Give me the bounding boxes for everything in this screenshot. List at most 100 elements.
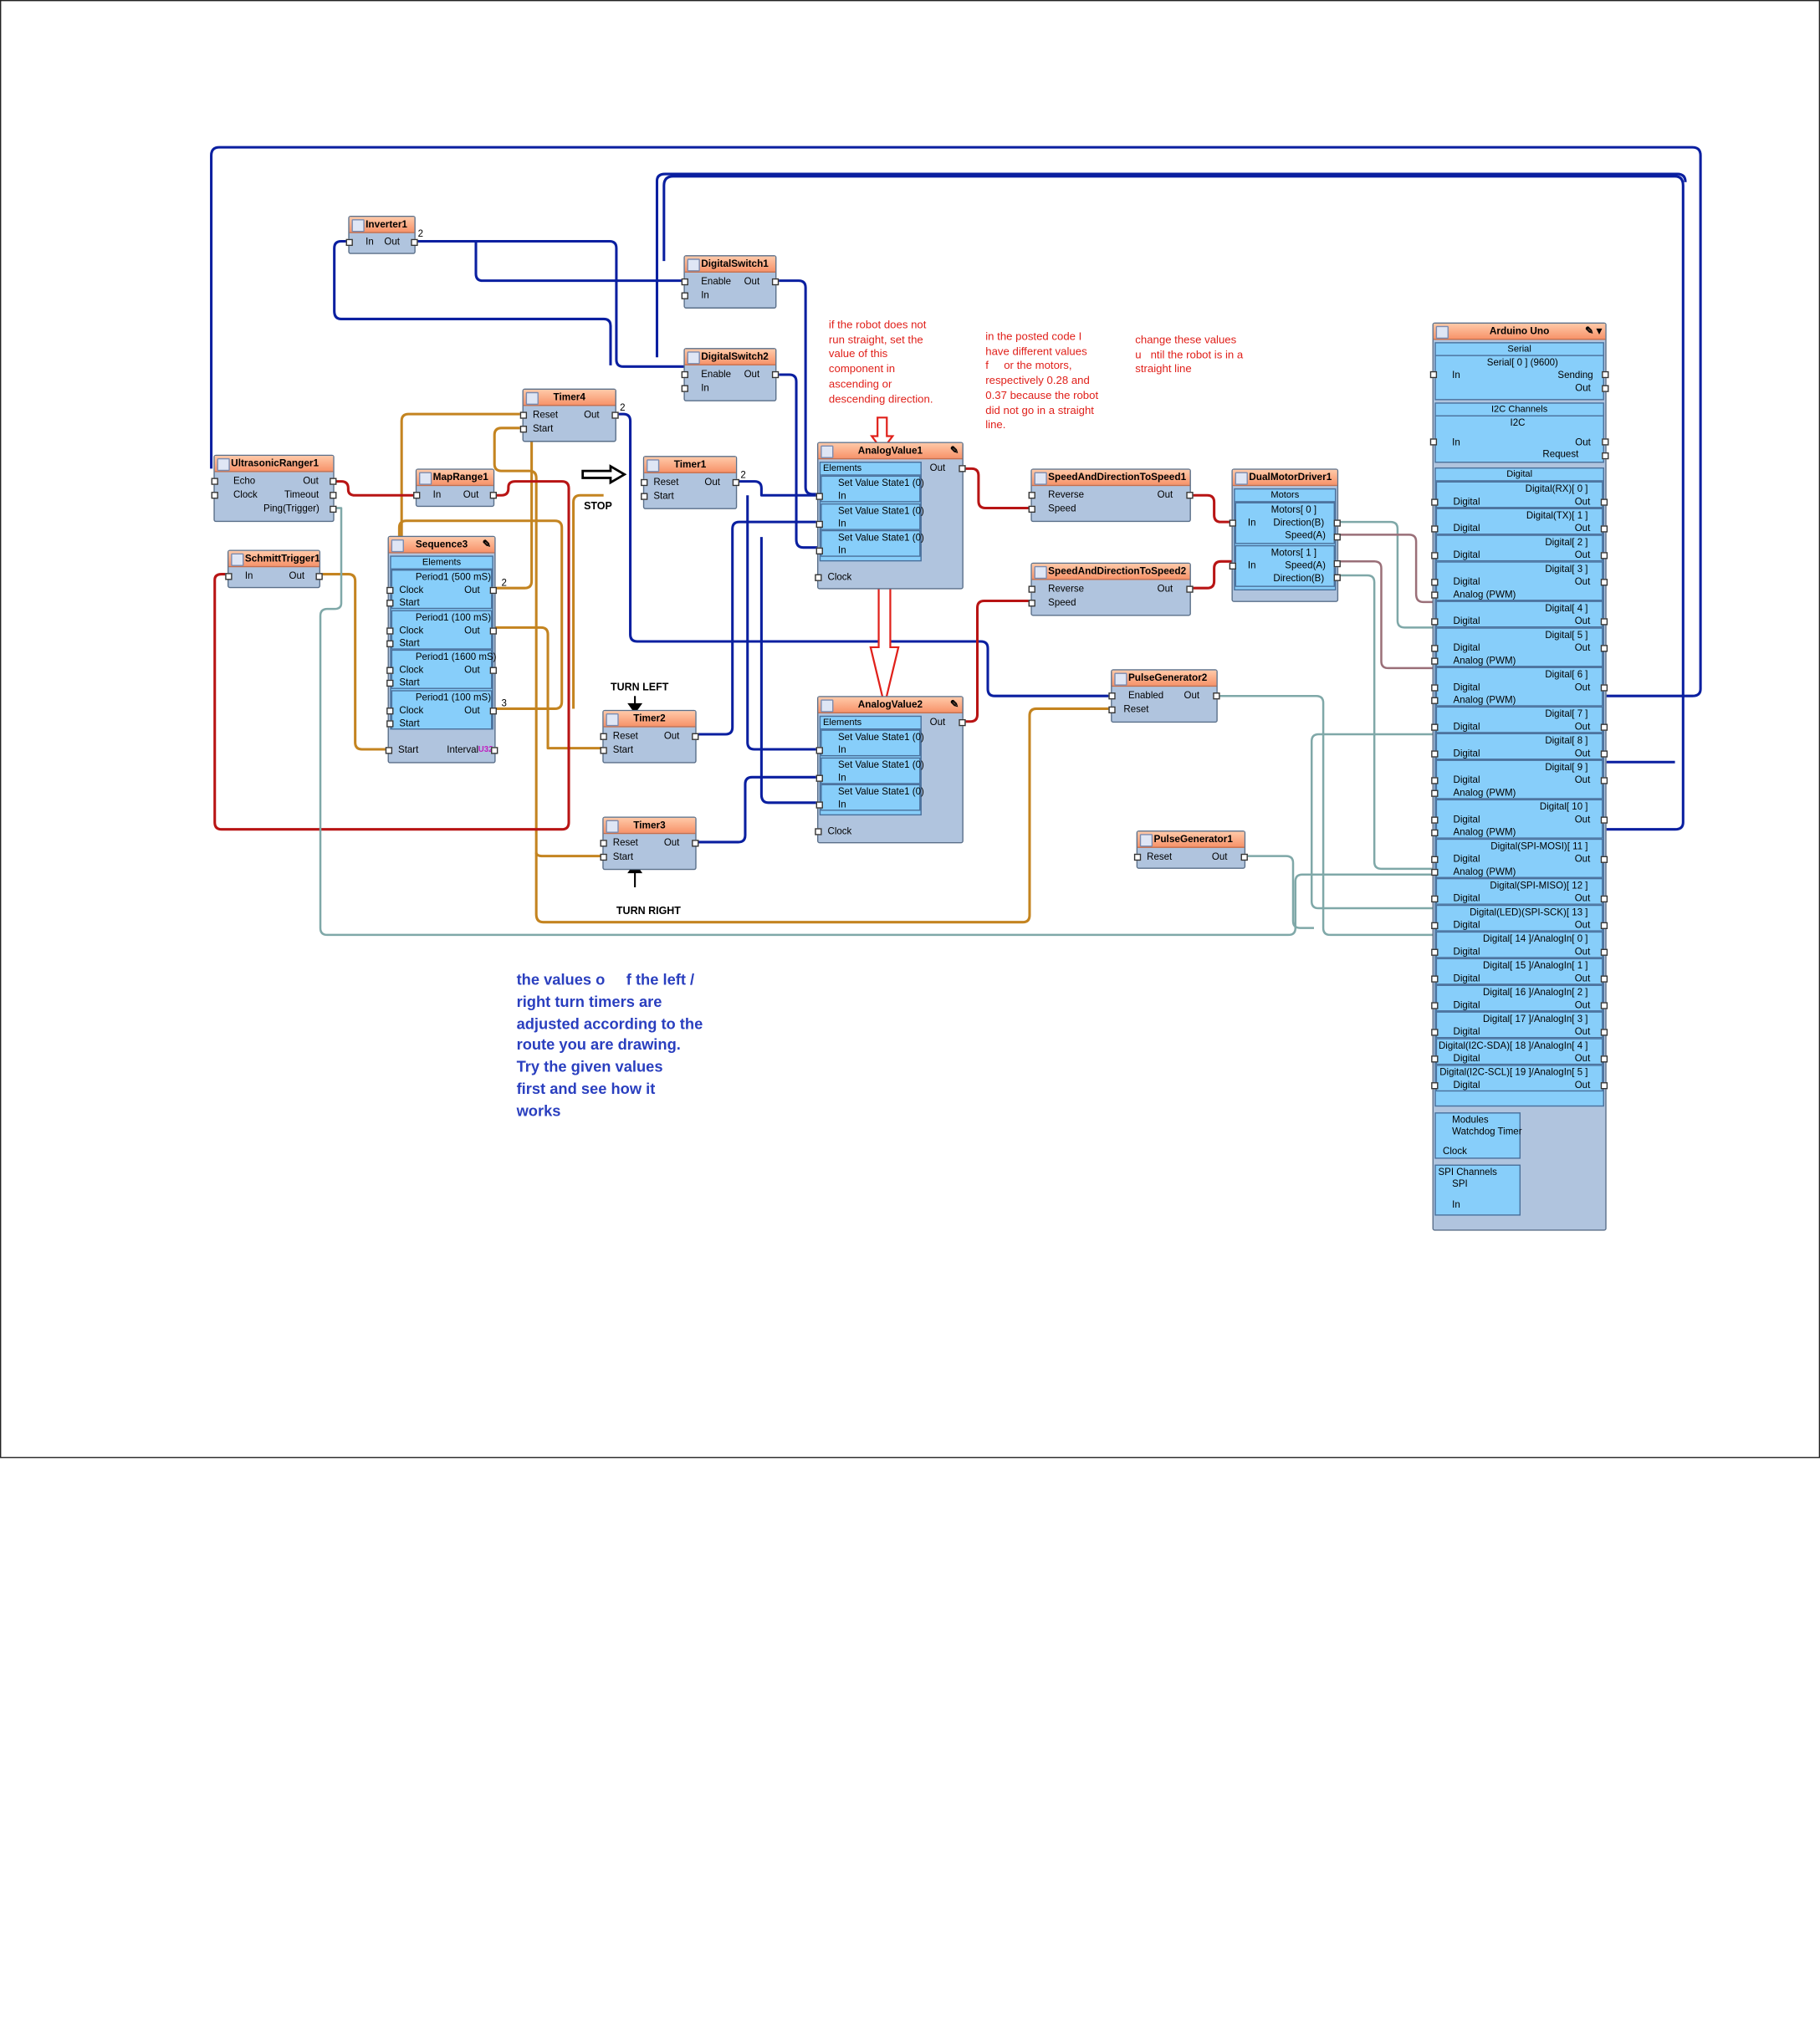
sequence3-period-out-pin[interactable] <box>489 707 497 714</box>
schmitt-trigger-node[interactable]: SchmittTrigger1 In Out <box>225 549 323 589</box>
digitalswitch2-out-pin[interactable] <box>771 370 780 379</box>
pulse2-reset-pin[interactable] <box>1108 706 1116 714</box>
speed2-speed-pin[interactable] <box>1028 600 1035 607</box>
speed1-speed-pin[interactable] <box>1028 505 1035 513</box>
ultrasonic-clock-pin[interactable] <box>211 492 218 499</box>
arduino-pin-digital-pin[interactable] <box>1431 618 1439 626</box>
arduino-pin-analog-pin[interactable] <box>1431 657 1439 665</box>
timer1-reset-pin[interactable] <box>641 478 648 487</box>
arduino-pin-out-pin[interactable] <box>1600 618 1608 626</box>
speed-direction2-node[interactable]: SpeedAndDirectionToSpeed2 Reverse Speed … <box>1028 562 1194 616</box>
motor0-in-pin[interactable] <box>1229 519 1237 527</box>
maprange-node[interactable]: MapRange1 In Out <box>413 468 497 508</box>
ultrasonic-ping-pin[interactable] <box>330 505 337 513</box>
arduino-pin-analog-pin[interactable] <box>1431 868 1439 876</box>
analog1-state-in-pin[interactable] <box>815 520 823 528</box>
analog1-state-in-pin[interactable] <box>815 493 823 500</box>
arduino-pin-analog-pin[interactable] <box>1431 591 1439 599</box>
inverter1-out-pin[interactable] <box>411 238 418 247</box>
pulse1-reset-pin[interactable] <box>1133 853 1142 861</box>
timer1-out-pin[interactable] <box>732 478 740 487</box>
speed1-reverse-pin[interactable] <box>1028 492 1035 499</box>
arduino-pin-out-pin[interactable] <box>1600 895 1608 903</box>
arduino-pin-out-pin[interactable] <box>1600 750 1608 758</box>
arduino-pin-out-pin[interactable] <box>1600 645 1608 652</box>
arduino-pin-out-pin[interactable] <box>1600 816 1608 824</box>
maprange-in-pin[interactable] <box>413 492 421 499</box>
arduino-pin-digital-pin[interactable] <box>1431 498 1439 506</box>
timer3-out-pin[interactable] <box>692 840 699 847</box>
ultrasonic-echo-pin[interactable] <box>211 478 218 485</box>
arduino-pin-analog-pin[interactable] <box>1431 697 1439 704</box>
i2c-in-pin[interactable] <box>1429 438 1438 446</box>
arduino-pin-out-pin[interactable] <box>1600 1082 1608 1090</box>
arduino-pin-digital-pin[interactable] <box>1431 777 1439 784</box>
timer4-start-pin[interactable] <box>519 426 528 433</box>
sequence3-period-clock-pin[interactable] <box>386 626 394 634</box>
arduino-pin-digital-pin[interactable] <box>1431 645 1439 652</box>
arduino-pin-digital-pin[interactable] <box>1431 816 1439 824</box>
arduino-pin-out-pin[interactable] <box>1600 1029 1608 1036</box>
arduino-pin-digital-pin[interactable] <box>1431 1029 1439 1036</box>
arduino-pin-out-pin[interactable] <box>1600 777 1608 784</box>
digitalswitch1-out-pin[interactable] <box>771 278 780 286</box>
timer4-reset-pin[interactable] <box>519 411 528 419</box>
sequence3-period-start-pin[interactable] <box>386 600 394 607</box>
digitalswitch1-in-pin[interactable] <box>681 292 688 299</box>
timer4-out-pin[interactable] <box>611 411 619 419</box>
serial-in-pin[interactable] <box>1429 370 1438 379</box>
digitalswitch2-node[interactable]: DigitalSwitch2 Enable In Out <box>681 348 780 401</box>
speed-direction1-node[interactable]: SpeedAndDirectionToSpeed1 Reverse Speed … <box>1028 468 1194 523</box>
arduino-pin-digital-pin[interactable] <box>1431 579 1439 586</box>
wrench-icon[interactable]: ✎ <box>483 539 491 549</box>
analog1-state-in-pin[interactable] <box>815 547 823 554</box>
speed2-out-pin[interactable] <box>1186 585 1194 593</box>
wrench-icon[interactable]: ✎ ▾ <box>1585 325 1602 336</box>
motor1-in-pin[interactable] <box>1229 562 1237 570</box>
sequence3-node[interactable]: Sequence3 ✎ Elements Period1 (500 mS) Cloc… <box>385 535 507 764</box>
timer3-start-pin[interactable] <box>600 853 607 861</box>
digitalswitch2-enable-pin[interactable] <box>681 370 688 379</box>
timer2-reset-pin[interactable] <box>600 733 607 740</box>
maprange-out-pin[interactable] <box>489 492 497 499</box>
arduino-pin-analog-pin[interactable] <box>1431 789 1439 797</box>
analogvalue1-clock-pin[interactable] <box>815 574 822 581</box>
pulse2-out-pin[interactable] <box>1213 692 1220 700</box>
arduino-pin-out-pin[interactable] <box>1600 922 1608 929</box>
timer4-node[interactable]: Timer4 Reset Start Out 2 <box>519 388 626 442</box>
sequence3-start-pin[interactable] <box>385 747 393 754</box>
arduino-pin-digital-pin[interactable] <box>1431 948 1439 956</box>
i2c-request-pin[interactable] <box>1602 452 1609 460</box>
pulse-generator1-node[interactable]: PulseGenerator1 Reset Out <box>1133 830 1248 869</box>
schmitt-out-pin[interactable] <box>315 573 323 580</box>
arduino-pin-digital-pin[interactable] <box>1431 684 1439 692</box>
motor1-direction-pin[interactable] <box>1333 574 1341 581</box>
arduino-uno-node[interactable]: Arduino Uno ✎ ▾ Serial Serial[ 0 ] (9600)… <box>1429 322 1609 1231</box>
arduino-pin-out-pin[interactable] <box>1600 498 1608 506</box>
arduino-pin-out-pin[interactable] <box>1600 975 1608 983</box>
arduino-pin-out-pin[interactable] <box>1600 1055 1608 1063</box>
sequence3-period-out-pin[interactable] <box>489 626 497 634</box>
serial-sending-pin[interactable] <box>1602 370 1609 379</box>
motor1-speed-pin[interactable] <box>1333 559 1341 568</box>
i2c-out-pin[interactable] <box>1602 438 1609 446</box>
motor0-speed-pin[interactable] <box>1333 534 1341 541</box>
sequence3-period-start-pin[interactable] <box>386 639 394 647</box>
arduino-pin-out-pin[interactable] <box>1600 579 1608 586</box>
arduino-pin-digital-pin[interactable] <box>1431 1055 1439 1063</box>
arduino-pin-digital-pin[interactable] <box>1431 750 1439 758</box>
ultrasonic-out-pin[interactable] <box>330 478 337 485</box>
arduino-pin-out-pin[interactable] <box>1600 948 1608 956</box>
speed2-reverse-pin[interactable] <box>1028 585 1035 593</box>
arduino-pin-out-pin[interactable] <box>1600 684 1608 692</box>
sequence3-interval-pin[interactable] <box>491 747 498 754</box>
sequence3-period-start-pin[interactable] <box>386 719 394 727</box>
analogvalue1-node[interactable]: AnalogValue1 ✎ Elements Set Value State1 … <box>815 442 966 590</box>
analogvalue2-node[interactable]: AnalogValue2 ✎ Elements Set Value State1 … <box>815 696 966 844</box>
ultrasonic-ranger-node[interactable]: UltrasonicRanger1 Echo Clock Out Timeout… <box>211 454 337 523</box>
arduino-pin-digital-pin[interactable] <box>1431 895 1439 903</box>
wrench-icon[interactable]: ✎ <box>950 699 959 709</box>
arduino-pin-out-pin[interactable] <box>1600 552 1608 559</box>
sequence3-period-start-pin[interactable] <box>386 679 394 687</box>
analogvalue2-out-pin[interactable] <box>959 718 966 727</box>
